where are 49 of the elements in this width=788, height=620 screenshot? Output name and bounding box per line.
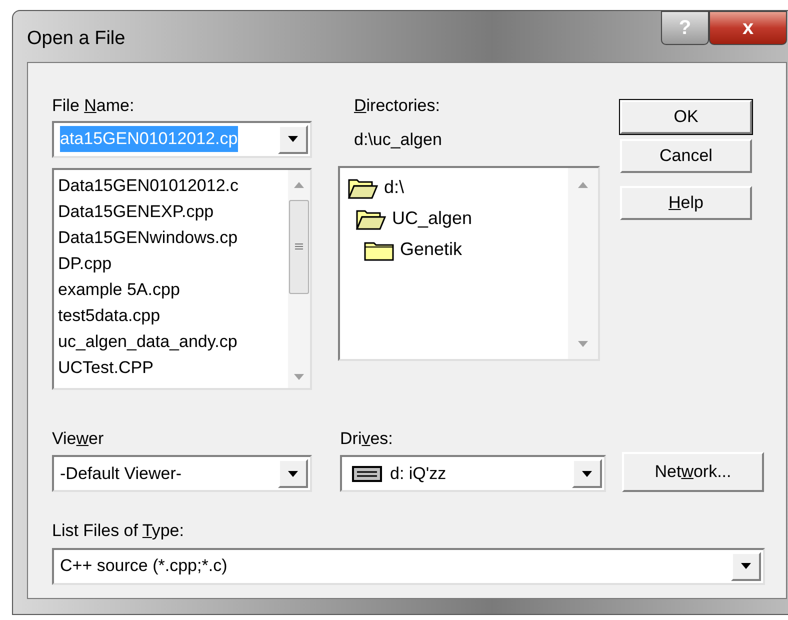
directory-item[interactable]: d:\ xyxy=(384,174,404,201)
scroll-up-icon xyxy=(578,182,588,188)
directory-path: d:\uc_algen xyxy=(354,128,443,150)
dropdown-arrow-icon xyxy=(741,563,751,569)
file-name-value: ata15GEN01012012.cp xyxy=(60,126,238,152)
file-item[interactable]: example 5A.cpp xyxy=(58,276,288,302)
drives-label: Drives: xyxy=(340,428,394,450)
scroll-down-icon xyxy=(294,374,304,380)
file-type-label: List Files of Type: xyxy=(52,520,185,542)
dropdown-button[interactable] xyxy=(278,459,308,488)
file-list[interactable]: Data15GEN01012012.c Data15GENEXP.cpp Data15GENwindows.cp DP.cpp example 5A.cpp test5data.cpp uc_algen_data_andy.cp UCTest.CPP xyxy=(52,168,312,390)
grip-icon xyxy=(295,243,303,250)
file-item[interactable]: Data15GEN01012012.c xyxy=(58,172,288,198)
drives-combo[interactable]: d: iQ'zz xyxy=(340,455,606,492)
directory-item[interactable]: Genetik xyxy=(400,236,462,263)
file-item[interactable]: Data15GENwindows.cp xyxy=(58,224,288,250)
file-type-combo[interactable]: C++ source (*.cpp;*.c) xyxy=(52,548,765,584)
file-item[interactable]: Data15GENEXP.cpp xyxy=(58,198,288,224)
dialog-button[interactable]: Cancel xyxy=(620,139,752,173)
file-item[interactable]: uc_algen_data_andy.cp xyxy=(58,328,288,354)
dialog-button[interactable]: Help xyxy=(620,186,752,220)
network-button[interactable]: Network... xyxy=(622,452,764,492)
file-name-label: File Name: xyxy=(52,95,136,117)
directories-label: Directories: xyxy=(354,96,440,115)
file-item[interactable]: UCTest.CPP xyxy=(58,354,288,380)
close-button[interactable]: x xyxy=(709,11,787,45)
viewer-label: Viewer xyxy=(52,428,105,450)
drive-value: d: iQ'zz xyxy=(390,462,446,485)
scroll-down-icon xyxy=(578,341,588,347)
window-title: Open a File xyxy=(27,27,126,51)
directory-item[interactable]: UC_algen xyxy=(392,205,472,232)
file-type-value: C++ source (*.cpp;*.c) xyxy=(60,555,228,578)
directory-tree[interactable]: d:\ UC_algen Genetik xyxy=(338,166,600,361)
dropdown-button[interactable] xyxy=(731,552,761,580)
scroll-up-icon xyxy=(294,182,304,188)
scrollbar[interactable] xyxy=(568,168,598,359)
viewer-value: -Default Viewer- xyxy=(60,462,182,485)
dropdown-button[interactable] xyxy=(278,124,308,154)
dropdown-arrow-icon xyxy=(288,136,298,142)
dropdown-arrow-icon xyxy=(582,470,592,476)
dialog-button[interactable]: OK xyxy=(620,100,752,134)
dropdown-arrow-icon xyxy=(288,470,298,476)
scrollbar[interactable] xyxy=(288,170,310,388)
scroll-thumb[interactable] xyxy=(289,200,309,294)
dropdown-button[interactable] xyxy=(572,459,602,488)
file-item[interactable]: DP.cpp xyxy=(58,250,288,276)
drive-icon xyxy=(352,466,382,482)
viewer-combo[interactable]: -Default Viewer- xyxy=(52,455,312,492)
file-item[interactable]: test5data.cpp xyxy=(58,302,288,328)
